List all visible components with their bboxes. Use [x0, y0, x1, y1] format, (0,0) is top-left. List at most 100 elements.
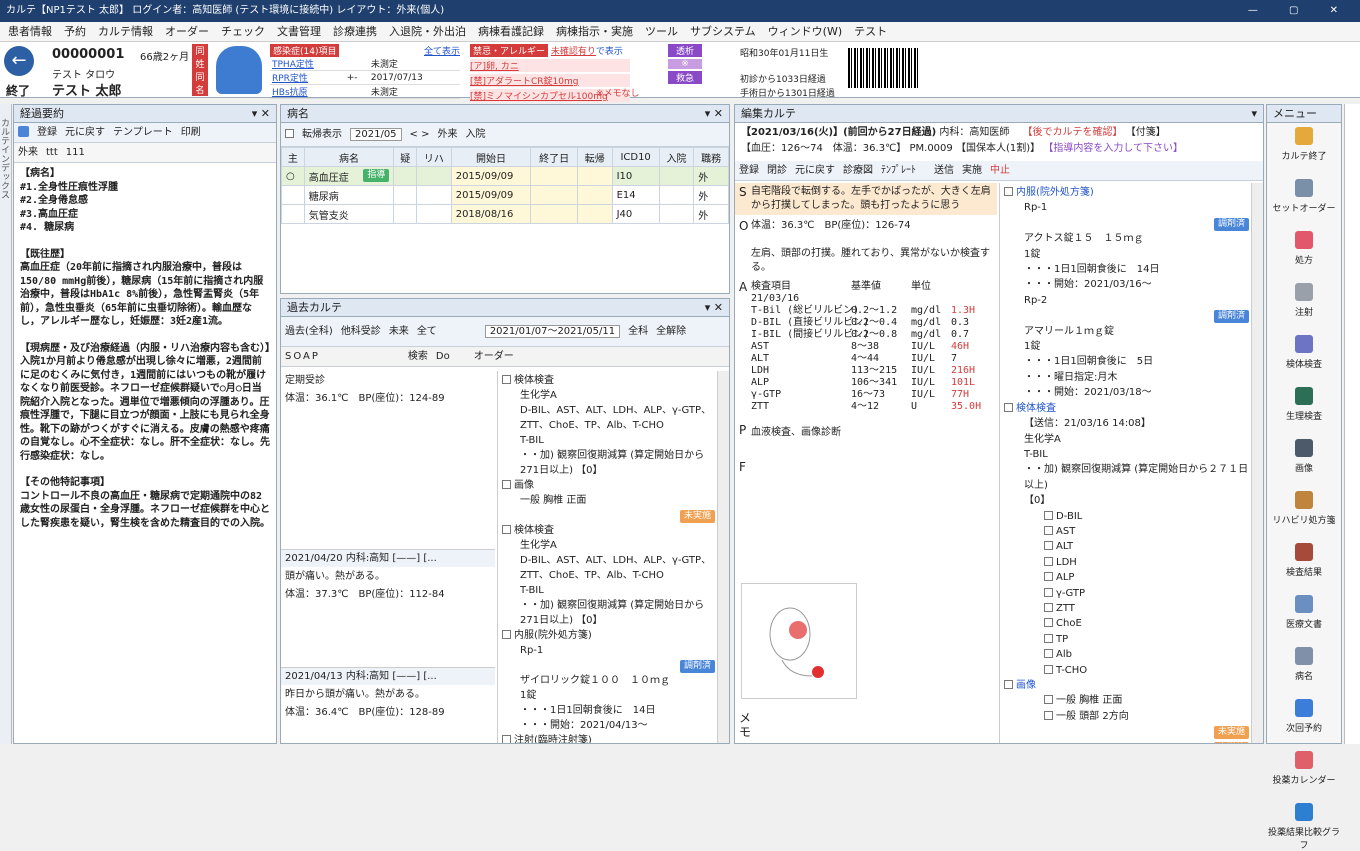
karte-order-item[interactable]: 生化学A [1004, 432, 1249, 447]
past-entry[interactable]: 2021/04/13 内科:高知 [——] [... 昨日から頭が痛い。熱がある。… [281, 667, 495, 721]
past-order-item[interactable]: ・・加) 観察回復期減算 (算定開始日から271日以上) 【0】 [502, 448, 715, 478]
past-close-icon[interactable]: ▾ ✕ [705, 299, 723, 317]
diagnosis-col-header[interactable]: リハ [416, 147, 452, 167]
karte-undo[interactable]: 元に戻す [795, 165, 835, 176]
menu-item[interactable]: チェック [221, 25, 265, 38]
menu-item[interactable]: 文書管理 [277, 25, 321, 38]
karte-order-item[interactable]: 【送信：21/03/16 14:08】 [1004, 416, 1249, 431]
summary-outpatient[interactable]: 外来 [18, 147, 38, 158]
checkbox[interactable] [1044, 649, 1053, 659]
menu-item[interactable]: テスト [854, 25, 887, 38]
past-tab-other[interactable]: 他科受診 [341, 326, 381, 337]
karte-order-item[interactable]: LDH [1004, 555, 1249, 570]
dialysis-badge[interactable]: 透析 [668, 44, 702, 57]
past-order-item[interactable]: 画像 [502, 478, 715, 493]
karte-order-item[interactable]: ・・・曜日指定:月木 [1004, 370, 1249, 385]
checkbox[interactable] [1004, 402, 1013, 412]
summary-save-button[interactable]: 登録 [37, 127, 57, 138]
checkbox[interactable] [1044, 572, 1053, 582]
allergy-flag[interactable]: 未確認有り [551, 47, 596, 57]
menu-item[interactable]: 予約 [64, 25, 86, 38]
past-order-item[interactable]: 内服(院外処方箋) [502, 628, 715, 643]
past-order-item[interactable]: 生化学A [502, 538, 715, 553]
past-scrollbar[interactable] [717, 371, 729, 743]
past-order-item[interactable]: T-BIL [502, 583, 715, 598]
karte-order-item[interactable]: 内服(院外処方箋) [1004, 185, 1249, 200]
back-icon[interactable]: ← [4, 46, 34, 76]
diagnosis-row[interactable]: ○ 高血圧症 指導 2015/09/09 I10 外 [281, 166, 729, 186]
past-order-item[interactable]: 一般 胸椎 正面 [502, 493, 715, 508]
diagnosis-tab[interactable]: 病名 [287, 107, 309, 120]
karte-order-list[interactable]: 内服(院外処方箋) Rp-1 調剤済 アクトス錠１５ １５ｍｇ 1錠 ・・・1日1回朝食後… [999, 183, 1253, 743]
checkbox[interactable] [1044, 695, 1053, 705]
karte-chart[interactable]: 診療図 [843, 165, 873, 176]
karte-p[interactable]: P 血液検査、画像診断 [735, 413, 997, 438]
karte-order-item[interactable]: ・・・開始：2021/03/18〜 [1004, 385, 1249, 400]
checkbox[interactable] [1044, 710, 1053, 720]
karte-order-item[interactable]: ChoE [1004, 616, 1249, 631]
side-menu-item[interactable]: 投薬カレンダー [1267, 747, 1341, 799]
checkbox[interactable] [502, 480, 511, 489]
checkbox[interactable] [502, 630, 511, 639]
past-order-item[interactable]: Rp-1 [502, 643, 715, 658]
past-order-item[interactable]: D-BIL、AST、ALT、LDH、ALP、γ-GTP、ZTT、ChoE、TP、… [502, 403, 715, 433]
karte-order-item[interactable]: アクトス錠１５ １５ｍｇ [1004, 231, 1249, 246]
checkbox[interactable] [1044, 525, 1053, 535]
window-controls[interactable]: — ▢ ✕ [1248, 0, 1352, 22]
past-order-item[interactable]: 注射(臨時注射箋) [502, 733, 715, 743]
summary-undo-button[interactable]: 元に戻す [65, 127, 105, 138]
side-menu-item[interactable]: セットオーダー [1267, 175, 1341, 227]
karte-order-item[interactable]: 一般 胸椎 正面 [1004, 693, 1249, 708]
karte-order-item[interactable]: 調剤済 [1004, 216, 1249, 231]
karte-send[interactable]: 送信 [934, 165, 954, 176]
side-menu-item[interactable]: 生理検査 [1267, 383, 1341, 435]
past-order-item[interactable]: 1錠 [502, 688, 715, 703]
all-clear[interactable]: 全解除 [656, 326, 686, 337]
transfer-badge[interactable]: 救急 [668, 71, 702, 84]
past-tab-all[interactable]: 過去(全科) [285, 326, 333, 337]
soap-search[interactable]: 検索 [408, 351, 428, 362]
past-entry[interactable]: 定期受診 体温：36.1℃ BP(座位)：124-89 [281, 371, 495, 407]
summary-tab[interactable]: 経過要約 [20, 107, 64, 120]
karte-scrollbar[interactable] [1251, 183, 1263, 743]
guide-text[interactable]: 【指導内容を入力して下さい】 [1043, 143, 1183, 154]
past-order-item[interactable]: D-BIL、AST、ALT、LDH、ALP、γ-GTP、ZTT、ChoE、TP、… [502, 553, 715, 583]
karte-template[interactable]: ﾃﾝﾌﾟﾚｰﾄ [881, 165, 916, 176]
karte-soap[interactable]: S 自宅階段で転倒する。左手でかばったが、大きく左肩から打撲してしまった。頭も打っ… [735, 183, 997, 743]
karte-cancel[interactable]: 中止 [990, 165, 1010, 176]
side-menu-item[interactable]: 病名 [1267, 643, 1341, 695]
past-order-item[interactable]: T-BIL [502, 433, 715, 448]
side-menu-item[interactable]: 処方 [1267, 227, 1341, 279]
past-order-item[interactable]: ・・・1日1回朝食後に 14日 [502, 703, 715, 718]
year-field[interactable]: 2021/05 [350, 128, 402, 141]
diagnosis-close-icon[interactable]: ▾ ✕ [705, 105, 723, 123]
sticky-note[interactable]: 【付箋】 [1126, 127, 1166, 138]
karte-order-item[interactable]: 1錠 [1004, 247, 1249, 262]
karte-order-item[interactable]: ・・・開始：2021/03/16〜 [1004, 277, 1249, 292]
diagnosis-col-header[interactable]: ICD10 [611, 147, 660, 167]
karte-o[interactable]: O 体温：36.3℃ BP(座位)：126-74 左肩、頭部の打撲。腫れており、異常… [735, 215, 997, 275]
side-menu-item[interactable]: 次回予約 [1267, 695, 1341, 747]
diagnosis-col-header[interactable]: 主 [281, 147, 305, 167]
side-menu-item[interactable]: 検査結果 [1267, 539, 1341, 591]
karte-order-item[interactable]: ZTT [1004, 601, 1249, 616]
menu-item[interactable]: 病棟看護記録 [478, 25, 544, 38]
side-menu-item[interactable]: 検体検査 [1267, 331, 1341, 383]
date-range[interactable]: 2021/01/07〜2021/05/11 [484, 325, 621, 338]
karte-order-item[interactable]: 画像 [1004, 678, 1249, 693]
checkbox[interactable] [1044, 587, 1053, 597]
menu-item[interactable]: オーダー [165, 25, 209, 38]
menu-item[interactable]: サブシステム [690, 25, 756, 38]
karte-order-item[interactable]: ALT [1004, 539, 1249, 554]
diagnosis-col-header[interactable]: 終了日 [530, 147, 578, 167]
blank-badge[interactable]: ※ [668, 59, 702, 69]
menu-item[interactable]: ウィンドウ(W) [768, 25, 842, 38]
checkbox[interactable] [1044, 664, 1053, 674]
karte-tab[interactable]: 編集カルテ [741, 107, 796, 120]
karte-exec[interactable]: 実施 [962, 165, 982, 176]
summary-ttt[interactable]: ttt [46, 147, 58, 158]
karte-order-item[interactable]: 調剤済 [1004, 308, 1249, 324]
diagnosis-col-header[interactable]: 病名 [303, 147, 395, 167]
karte-order-item[interactable]: TP [1004, 632, 1249, 647]
summary-close-icon[interactable]: ▾ ✕ [252, 105, 270, 123]
